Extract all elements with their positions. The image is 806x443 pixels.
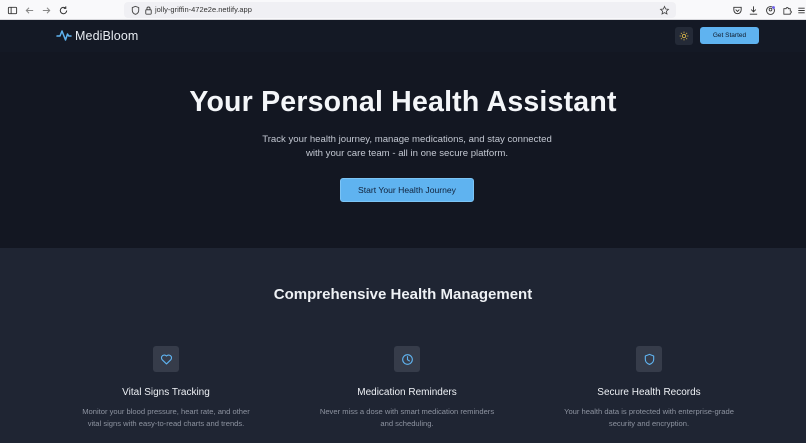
lock-icon[interactable] [142, 4, 154, 16]
reload-icon[interactable] [57, 4, 69, 16]
feature-description-line: Monitor your blood pressure, heart rate,… [82, 407, 250, 416]
hero-section: Your Personal Health Assistant Track you… [0, 52, 806, 248]
download-icon[interactable] [747, 4, 759, 16]
hero-subtitle-line: with your care team - all in one secure … [305, 148, 509, 159]
feature-description-line: and scheduling. [380, 418, 434, 428]
feature-description: Never miss a dose with smart medication … [307, 406, 507, 429]
forward-icon[interactable] [40, 4, 52, 16]
feature-description: Monitor your blood pressure, heart rate,… [66, 406, 266, 429]
feature-icon-box [153, 346, 179, 372]
pocket-icon[interactable] [731, 4, 743, 16]
feature-description-line: Never miss a dose with smart medication … [319, 407, 495, 416]
brand-logo[interactable]: MediBloom [75, 28, 138, 44]
feature-description-line: security and encryption. [608, 418, 690, 428]
start-journey-button[interactable]: Start Your Health Journey [340, 178, 474, 202]
clock-icon [401, 353, 414, 366]
url-bar[interactable]: jolly-griffin-472e2e.netlify.app [124, 2, 676, 18]
hero-subtitle-line: Track your health journey, manage medica… [262, 134, 552, 145]
feature-icon-box [636, 346, 662, 372]
features-title: Comprehensive Health Management [273, 286, 533, 303]
url-text: jolly-griffin-472e2e.netlify.app [155, 5, 252, 14]
extensions-icon[interactable] [781, 4, 793, 16]
bookmark-star-icon[interactable] [658, 4, 670, 16]
heart-icon [160, 353, 173, 366]
sidebar-icon[interactable] [6, 4, 18, 16]
feature-description-line: vital signs with easy-to-read charts and… [87, 418, 245, 428]
feature-title: Medication Reminders [357, 387, 457, 398]
navbar: MediBloom Get Started [0, 20, 806, 52]
feature-icon-box [394, 346, 420, 372]
menu-icon[interactable] [797, 4, 806, 16]
hero-title: Your Personal Health Assistant [189, 86, 617, 118]
get-started-button[interactable]: Get Started [700, 27, 759, 44]
pulse-icon [56, 28, 72, 42]
sun-icon [679, 31, 689, 41]
theme-toggle-button[interactable] [675, 27, 693, 45]
feature-description-line: Your health data is protected with enter… [564, 407, 734, 416]
feature-title: Secure Health Records [597, 387, 701, 398]
shield-icon [643, 353, 656, 366]
hero-subtitle: Track your health journey, manage medica… [243, 133, 571, 161]
back-icon[interactable] [23, 4, 35, 16]
feature-description: Your health data is protected with enter… [549, 406, 749, 429]
shield-icon[interactable] [129, 4, 141, 16]
features-section: Comprehensive Health Management Vital Si… [0, 248, 806, 443]
feature-title: Vital Signs Tracking [122, 387, 210, 398]
browser-toolbar: jolly-griffin-472e2e.netlify.app [0, 0, 806, 20]
account-icon[interactable] [764, 4, 776, 16]
